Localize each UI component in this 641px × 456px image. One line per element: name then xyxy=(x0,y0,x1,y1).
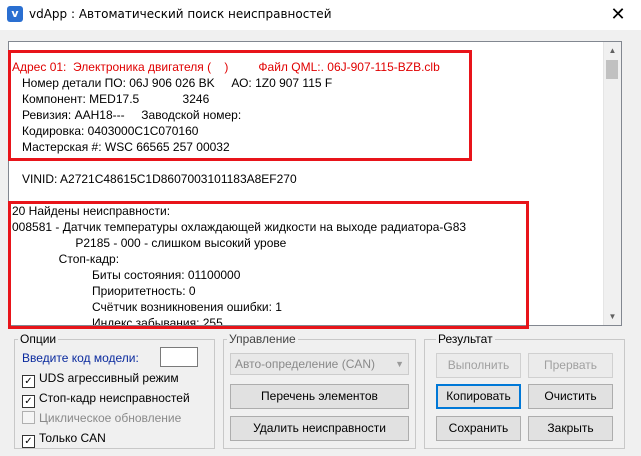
report-scrollbar[interactable]: ▲ ▼ xyxy=(603,42,621,325)
highlight-box-ecu-info xyxy=(8,50,472,161)
model-code-label: Введите код модели: xyxy=(22,351,139,365)
scroll-up-icon[interactable]: ▲ xyxy=(604,42,621,59)
uds-aggressive-checkbox[interactable]: ✓ UDS агрессивный режим xyxy=(22,371,179,388)
control-group-label: Управление xyxy=(227,332,298,346)
cyclic-update-checkbox[interactable]: Циклическое обновление xyxy=(22,411,181,427)
list-elements-button[interactable]: Перечень элементов xyxy=(230,384,409,409)
result-group-label: Результат xyxy=(436,332,495,346)
delete-faults-button[interactable]: Удалить неисправности xyxy=(230,416,409,441)
model-code-input[interactable] xyxy=(160,347,198,367)
app-logo-icon: v xyxy=(7,6,23,22)
freeze-frame-checkbox[interactable]: ✓ Стоп-кадр неисправностей xyxy=(22,391,190,408)
title-bar: v vdApp : Автоматический поиск неисправн… xyxy=(0,0,641,30)
copy-button[interactable]: Копировать xyxy=(436,384,521,409)
report-line-vinid: VINID: A2721C48615C1D8607003101183A8EF27… xyxy=(12,172,297,186)
highlight-box-faults xyxy=(8,201,529,329)
close-button[interactable]: Закрыть xyxy=(528,416,613,441)
close-icon[interactable]: ✕ xyxy=(595,0,641,30)
options-group-label: Опции xyxy=(18,332,59,346)
window-title: vdApp : Автоматический поиск неисправнос… xyxy=(29,7,332,21)
protocol-select[interactable]: Авто-определение (CAN) ▼ xyxy=(230,353,409,375)
chevron-down-icon: ▼ xyxy=(395,359,404,369)
scroll-thumb[interactable] xyxy=(606,60,618,79)
clear-button[interactable]: Очистить xyxy=(528,384,613,409)
interrupt-button[interactable]: Прервать xyxy=(528,353,613,378)
save-button[interactable]: Сохранить xyxy=(436,416,521,441)
only-can-checkbox[interactable]: ✓ Только CAN xyxy=(22,431,106,448)
execute-button[interactable]: Выполнить xyxy=(436,353,521,378)
scroll-down-icon[interactable]: ▼ xyxy=(604,308,621,325)
window-border xyxy=(627,30,641,456)
